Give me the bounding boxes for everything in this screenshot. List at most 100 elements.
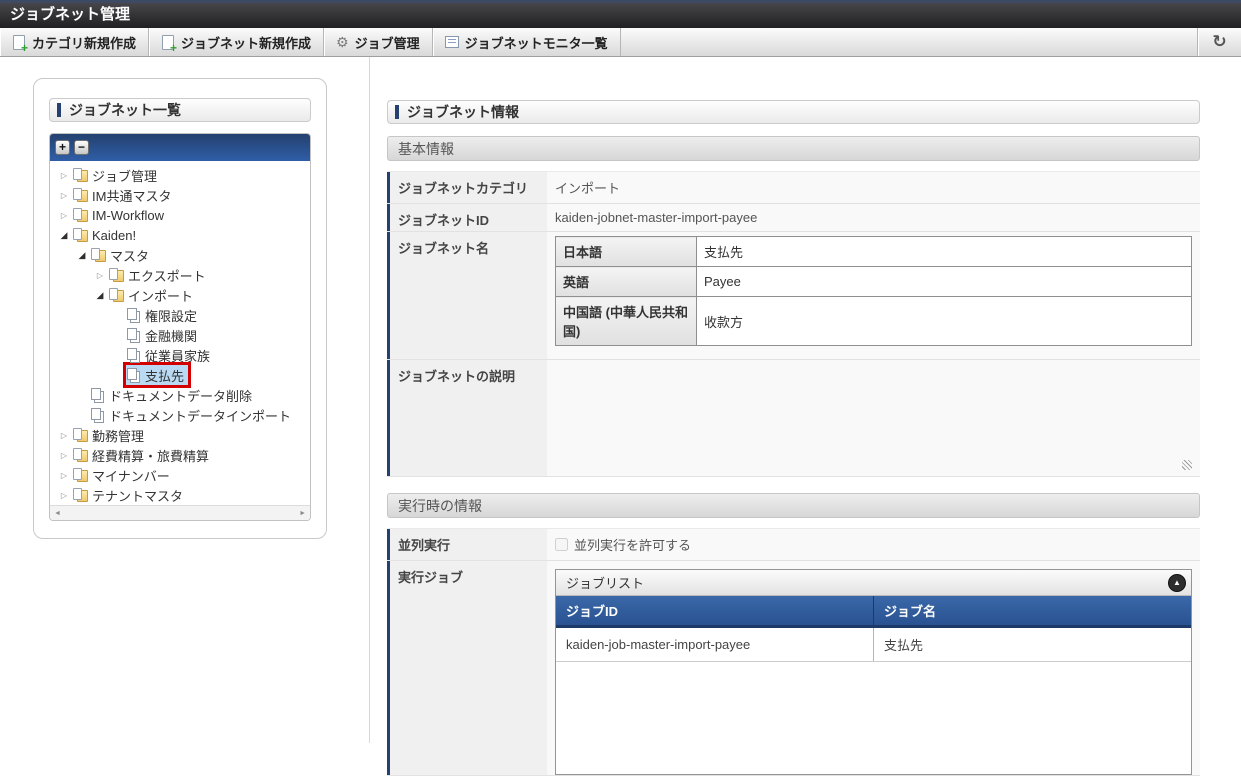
tree-item-content[interactable]: インポート [108,285,197,305]
tree-item-content[interactable]: マスタ [90,245,153,265]
tree-item[interactable]: 権限設定 [50,305,310,325]
tree-item[interactable]: ▷勤務管理 [50,425,310,445]
tree-item[interactable]: ▷IM-Workflow [50,205,310,225]
document-icon [91,388,105,402]
expand-toggle-icon[interactable]: ▷ [56,171,72,180]
collapse-toggle-icon[interactable]: ◢ [74,250,90,261]
category-label: ジョブネットカテゴリ [387,172,547,203]
table-row[interactable]: kaiden-job-master-import-payee 支払先 [556,627,1191,662]
joblist-panel: ジョブリスト ▲ ジョブID ジョブ名 [555,569,1192,775]
refresh-button[interactable]: ↻ [1197,28,1241,56]
tree-item-content[interactable]: 金融機関 [126,325,201,345]
tree-item[interactable]: ▷ エクスポート [50,265,310,285]
jobnet-list-panel: ジョブネット一覧 + − ▷ジョブ管理▷IM共通マスタ▷IM-Workflow◢… [33,78,327,539]
collapse-up-icon: ▲ [1173,578,1181,587]
tree-item[interactable]: ドキュメントデータ削除 [50,385,310,405]
tree-item-content[interactable]: IM-Workflow [72,205,168,225]
tree-item-content[interactable]: 従業員家族 [126,345,214,365]
tree-item-content[interactable]: 権限設定 [126,305,201,325]
tree-item-content[interactable]: ドキュメントデータ削除 [90,385,256,405]
scroll-left-icon[interactable]: ◄ [54,510,61,517]
job-id-cell: kaiden-job-master-import-payee [556,627,874,662]
collapse-all-button[interactable]: − [74,140,89,155]
tree-item-label: Kaiden! [92,228,136,243]
scroll-right-icon[interactable]: ► [299,510,306,517]
description-textarea[interactable] [555,366,1192,470]
page-title: ジョブネット管理 [0,0,1241,28]
field-row-category: ジョブネットカテゴリ インポート [387,172,1200,204]
tree-item[interactable]: ▷ テナントマスタ [50,485,310,505]
toolbar-spacer [621,28,1197,56]
tree-item-selected[interactable]: 支払先 [126,365,188,385]
new-jobnet-button[interactable]: ジョブネット新規作成 [149,28,324,56]
basic-info-fields: ジョブネットカテゴリ インポート ジョブネットID kaiden-jobnet-… [387,171,1200,477]
job-name-cell: 支払先 [874,627,1192,662]
header-accent-bar [395,105,399,119]
tree-item-content[interactable]: 勤務管理 [72,425,148,445]
tree-item[interactable]: 従業員家族 [50,345,310,365]
folder-icon [109,288,124,302]
expand-all-button[interactable]: + [55,140,70,155]
table-row: 英語 Payee [556,267,1192,297]
tree-item-content[interactable]: エクスポート [108,265,210,285]
resize-grip-icon[interactable] [1182,460,1192,470]
tree-item-content[interactable]: ドキュメントデータインポート [90,405,295,425]
tree-item-content[interactable]: 経費精算・旅費精算 [72,445,213,465]
tree-item-label: エクスポート [128,266,206,285]
folder-icon [73,488,88,502]
jobnet-info-header: ジョブネット情報 [387,100,1200,124]
new-category-button[interactable]: カテゴリ新規作成 [0,28,149,56]
tree-item[interactable]: ◢ インポート [50,285,310,305]
lang-label: 日本語 [556,237,697,267]
jobnet-id-label: ジョブネットID [387,204,547,231]
document-icon [127,308,141,322]
expand-toggle-icon[interactable]: ▷ [56,211,72,220]
tree-item-content[interactable]: IM共通マスタ [72,185,175,205]
job-name-column-header: ジョブ名 [874,596,1192,627]
parallel-checkbox[interactable] [555,538,568,551]
collapse-toggle-icon[interactable]: ◢ [56,230,72,241]
tree-item[interactable]: ◢マスタ [50,245,310,265]
tree-item[interactable]: 金融機関 [50,325,310,345]
tree-item[interactable]: 支払先 [50,365,310,385]
tree-item-label: ドキュメントデータインポート [109,406,291,425]
expand-toggle-icon[interactable]: ▷ [92,271,108,280]
jobnet-name-table: 日本語 支払先 英語 Payee 中国語 (中華人民共和国) 收款方 [555,236,1192,346]
tree-item-content[interactable]: Kaiden! [72,225,140,245]
tree-item[interactable]: ▷IM共通マスタ [50,185,310,205]
job-management-label: ジョブ管理 [355,33,420,52]
tree-item-label: テナントマスタ [92,486,183,505]
folder-icon [73,208,88,222]
expand-toggle-icon[interactable]: ▷ [56,191,72,200]
runtime-info-section-bar: 実行時の情報 [387,493,1200,518]
new-category-label: カテゴリ新規作成 [32,33,136,52]
collapse-toggle-icon[interactable]: ◢ [92,290,108,301]
tree-item[interactable]: ▷ジョブ管理 [50,165,310,185]
tree-item[interactable]: ▷マイナンバー [50,465,310,485]
tree-item[interactable]: ▷経費精算・旅費精算 [50,445,310,465]
tree-toolbar: + − [50,134,310,161]
folder-icon [73,448,88,462]
jobnet-name-label: ジョブネット名 [387,232,547,359]
job-management-button[interactable]: ⚙ ジョブ管理 [324,28,433,56]
expand-toggle-icon[interactable]: ▷ [56,451,72,460]
tree-item-content[interactable]: マイナンバー [72,465,174,485]
tree-item-label: インポート [128,286,193,305]
tree-item-label: 権限設定 [145,306,197,325]
tree-item-content[interactable]: テナントマスタ [72,485,187,505]
tree-item[interactable]: ドキュメントデータインポート [50,405,310,425]
tree-item-content[interactable]: ジョブ管理 [72,165,161,185]
tree-item[interactable]: ◢ Kaiden! [50,225,310,245]
tree-horizontal-scrollbar[interactable]: ◄ ► [50,505,310,520]
document-icon [127,348,141,362]
document-icon [91,408,105,422]
expand-toggle-icon[interactable]: ▷ [56,491,72,500]
job-table-header-row: ジョブID ジョブ名 [556,596,1191,627]
expand-toggle-icon[interactable]: ▷ [56,431,72,440]
expand-toggle-icon[interactable]: ▷ [56,471,72,480]
lang-label: 中国語 (中華人民共和国) [556,297,697,346]
jobnet-list-title: ジョブネット一覧 [69,100,181,120]
collapse-panel-button[interactable]: ▲ [1168,574,1186,592]
jobnet-list-header: ジョブネット一覧 [49,98,311,122]
jobnet-monitor-list-button[interactable]: ジョブネットモニタ一覧 [433,28,621,56]
